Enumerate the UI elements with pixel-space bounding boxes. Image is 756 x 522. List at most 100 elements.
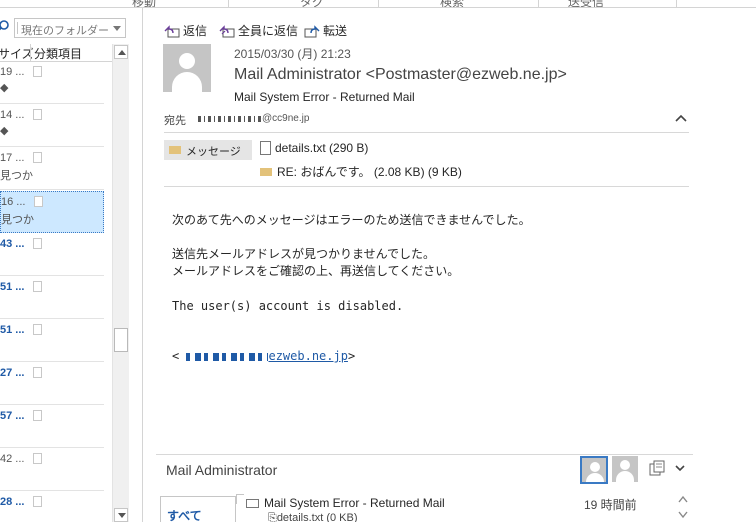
chevron-down-icon[interactable] xyxy=(674,462,686,474)
list-item-preview: 見つか xyxy=(1,214,34,226)
people-pane-name[interactable]: Mail Administrator xyxy=(166,462,277,478)
attachment-forwarded[interactable]: RE: おばんです。 (2.08 KB) (9 KB) xyxy=(260,163,462,180)
people-divider xyxy=(156,454,693,455)
flag-icon[interactable] xyxy=(33,367,42,378)
reply-label: 返信 xyxy=(183,24,208,38)
reading-pane: 返信 全員に返信 転送 2015/03/30 (月) 21:23 Mail Ad… xyxy=(144,8,756,522)
list-item-preview: ◆ xyxy=(0,125,9,137)
list-item-preview: 見つか xyxy=(0,170,33,182)
people-avatar-selected[interactable] xyxy=(580,456,608,484)
envelope-icon xyxy=(246,499,259,508)
list-item[interactable]: 57 ... xyxy=(0,406,104,448)
flag-icon[interactable] xyxy=(33,152,42,163)
list-item[interactable]: 51 ... xyxy=(0,320,104,362)
list-item[interactable]: 14 ... ◆ xyxy=(0,105,104,147)
conversation-scroll-icon[interactable] xyxy=(677,492,689,522)
scroll-up-button[interactable] xyxy=(114,45,128,59)
scroll-down-button[interactable] xyxy=(114,508,128,522)
redacted-address xyxy=(186,352,269,361)
list-item[interactable]: 42 ... xyxy=(0,449,104,491)
document-icon xyxy=(260,140,271,155)
paperclip-icon: ⎘ xyxy=(268,512,277,522)
list-item[interactable]: 51 ... xyxy=(0,277,104,319)
message-date: 2015/03/30 (月) 21:23 xyxy=(234,47,351,61)
list-item-size: 17 ... xyxy=(0,152,25,164)
ribbon-label-find[interactable]: 検索 xyxy=(440,0,464,7)
conversation-attachment[interactable]: ⎘details.txt (0 KB) xyxy=(268,512,358,522)
chevron-up-icon[interactable] xyxy=(674,112,688,126)
body-line: 次のあて先へのメッセージはエラーのため送信できませんでした。 xyxy=(172,213,531,227)
chevron-up-icon xyxy=(118,50,126,55)
list-item-size: 51 ... xyxy=(0,281,25,293)
tab-all[interactable]: すべて xyxy=(160,496,236,522)
sender-avatar[interactable] xyxy=(163,44,211,92)
attachment-details-label: details.txt (290 B) xyxy=(275,141,369,155)
search-row: 現在のフォルダー xyxy=(0,18,126,40)
list-item-preview: ◆ xyxy=(0,82,9,94)
recipient-row: 宛先 @cc9ne.jp xyxy=(164,112,692,128)
flag-icon[interactable] xyxy=(33,324,42,335)
ribbon-strip: 移動 タグ 検索 送受信 xyxy=(0,0,756,8)
message-subject: Mail System Error - Returned Mail xyxy=(234,90,415,104)
column-category[interactable]: 分類項目 xyxy=(34,45,82,62)
search-icon[interactable] xyxy=(0,20,10,34)
reply-icon xyxy=(164,25,180,38)
ribbon-label-tags[interactable]: タグ xyxy=(300,0,324,7)
list-item[interactable]: 17 ... 見つか xyxy=(0,148,104,190)
message-sender[interactable]: Mail Administrator <Postmaster@ezweb.ne.… xyxy=(234,66,567,84)
conversation-attachment-label: details.txt (0 KB) xyxy=(276,512,358,522)
people-avatar[interactable] xyxy=(612,456,638,482)
recipient-address[interactable]: @cc9ne.jp xyxy=(262,113,309,124)
scroll-thumb[interactable] xyxy=(114,328,128,352)
ribbon-label-move[interactable]: 移動 xyxy=(132,0,156,7)
flag-icon[interactable] xyxy=(33,453,42,464)
search-scope-label: 現在のフォルダー xyxy=(21,25,109,37)
flag-icon[interactable] xyxy=(33,238,42,249)
list-item[interactable]: 27 ... xyxy=(0,363,104,405)
message-list-pane: 現在のフォルダー サイズ 分類項目 19 ... ◆ 14 ... ◆ 17 ... 見つ… xyxy=(0,8,143,522)
signature-row: < ezweb.ne.jp> xyxy=(172,349,355,363)
to-label: 宛先 xyxy=(164,115,186,127)
flag-icon[interactable] xyxy=(33,410,42,421)
reply-button[interactable]: 返信 xyxy=(164,22,207,40)
reply-all-label: 全員に返信 xyxy=(238,24,299,38)
list-item[interactable]: 28 ... xyxy=(0,492,104,522)
conversation-time: 19 時間前 xyxy=(584,498,637,512)
body-line: The user(s) account is disabled. xyxy=(172,299,404,313)
flag-icon[interactable] xyxy=(33,66,42,77)
list-item-size: 28 ... xyxy=(0,496,25,508)
attachment-details[interactable]: details.txt (290 B) xyxy=(260,140,369,156)
attachment-message-tab[interactable]: メッセージ xyxy=(164,140,252,160)
forward-label: 転送 xyxy=(323,24,348,38)
column-size[interactable]: サイズ xyxy=(0,45,34,62)
search-scope-dropdown[interactable]: 現在のフォルダー xyxy=(14,18,126,38)
copy-icon[interactable] xyxy=(649,460,667,476)
list-item-size: 27 ... xyxy=(0,367,25,379)
forward-icon xyxy=(304,25,320,38)
tab-all-label: すべて xyxy=(167,509,202,522)
list-scrollbar[interactable] xyxy=(112,44,129,522)
signature-link[interactable]: ezweb.ne.jp xyxy=(268,349,347,363)
chevron-down-icon xyxy=(118,513,126,518)
forward-button[interactable]: 転送 xyxy=(304,22,347,40)
list-item[interactable]: 43 ... xyxy=(0,234,104,276)
list-item[interactable]: 16 ... 見つか xyxy=(0,191,104,233)
list-item-size: 14 ... xyxy=(0,109,25,121)
list-item[interactable]: 19 ... ◆ xyxy=(0,62,104,104)
flag-icon[interactable] xyxy=(34,196,43,207)
flag-icon[interactable] xyxy=(33,496,42,507)
list-item-size: 43 ... xyxy=(0,238,25,250)
conversation-subject[interactable]: Mail System Error - Returned Mail xyxy=(264,496,445,510)
ribbon-label-send-receive[interactable]: 送受信 xyxy=(568,0,604,7)
list-item-size: 19 ... xyxy=(0,66,25,78)
list-item-size: 16 ... xyxy=(1,196,26,208)
flag-icon[interactable] xyxy=(33,109,42,120)
reply-all-button[interactable]: 全員に返信 xyxy=(219,22,298,40)
envelope-icon xyxy=(260,167,272,176)
flag-icon[interactable] xyxy=(33,281,42,292)
sig-open: < xyxy=(172,349,180,363)
list-item-size: 51 ... xyxy=(0,324,25,336)
reply-all-icon xyxy=(219,25,235,38)
conversation-bracket xyxy=(236,494,244,504)
sig-close: > xyxy=(347,349,356,363)
